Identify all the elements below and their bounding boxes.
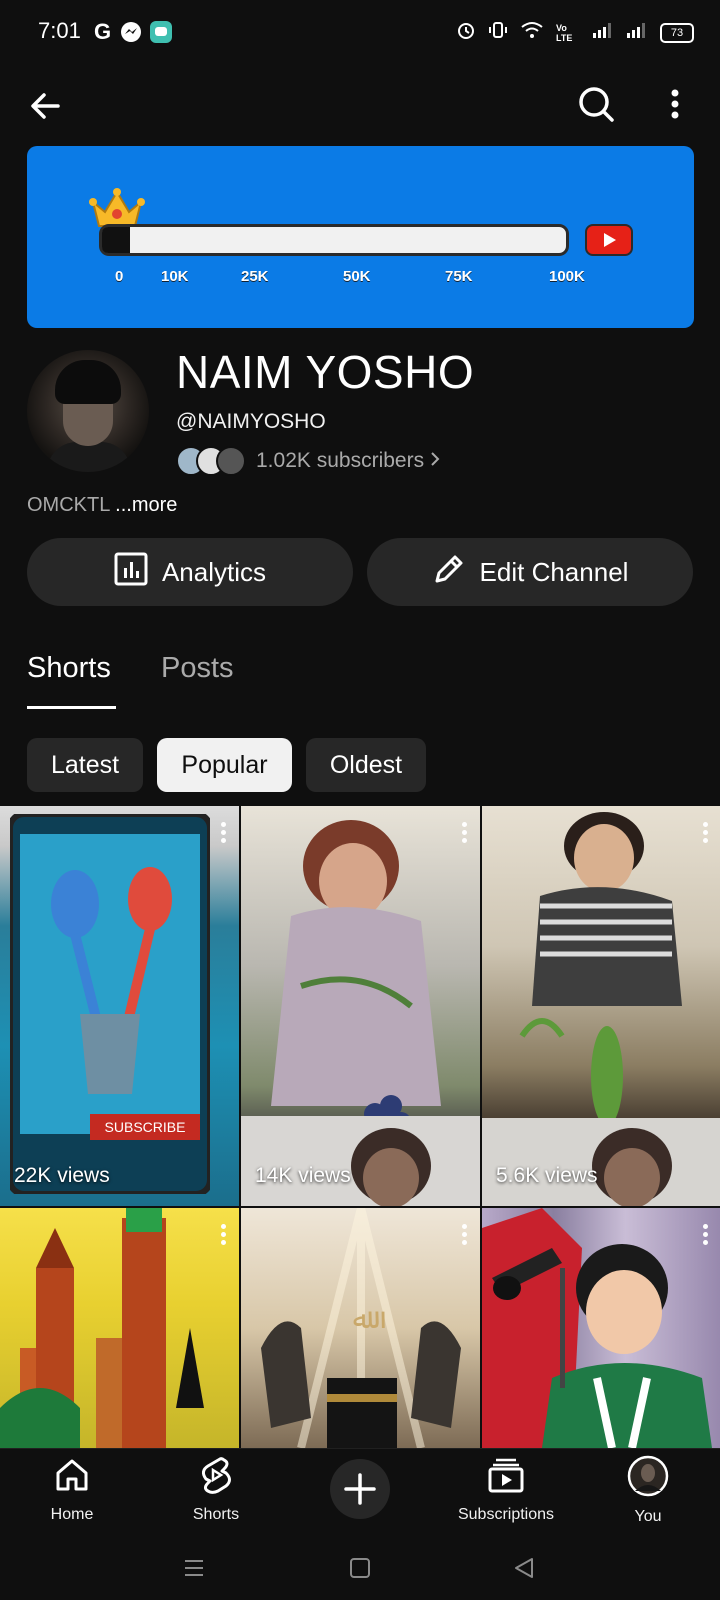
back-triangle-icon[interactable] [512, 1556, 536, 1585]
tab-posts[interactable]: Posts [161, 652, 234, 685]
short-thumbnail: ﷲ [261, 1208, 461, 1448]
channel-name: NAIM YOSHO [176, 346, 475, 398]
more-options-icon[interactable] [703, 822, 709, 844]
short-video-tile[interactable]: 14K views [241, 806, 480, 1206]
nav-shorts-label: Shorts [192, 1506, 240, 1523]
short-thumbnail [241, 820, 480, 1206]
chip-latest[interactable]: Latest [27, 738, 143, 792]
you-avatar-icon [627, 1455, 669, 1501]
back-arrow-icon[interactable] [24, 84, 68, 128]
short-thumbnail: SUBSCRIBE [10, 814, 210, 1194]
short-views: 5.6K views [496, 1164, 598, 1187]
progress-fill [102, 227, 130, 253]
more-options-icon[interactable] [462, 1224, 468, 1246]
wifi-icon [520, 20, 544, 45]
nav-subscriptions-label: Subscriptions [457, 1506, 555, 1523]
bottom-navigation: Home Shorts Subscriptions You [0, 1448, 720, 1539]
short-video-tile[interactable]: 5.6K views [482, 806, 720, 1206]
short-thumbnail [482, 812, 720, 1206]
subscriber-progress-bar [99, 224, 569, 256]
status-bar: 7:01 G Vo LTE 73 [0, 0, 720, 64]
progress-tick: 100K [549, 268, 585, 285]
nav-you-label: You [634, 1508, 662, 1525]
more-options-icon[interactable] [462, 822, 468, 844]
youtube-logo-icon [585, 224, 633, 256]
more-options-icon[interactable] [660, 82, 690, 126]
signal-icon-2 [626, 21, 648, 44]
create-button[interactable] [330, 1459, 390, 1519]
edit-channel-button[interactable]: Edit Channel [367, 538, 693, 606]
more-options-icon[interactable] [221, 822, 227, 844]
home-square-icon[interactable] [348, 1556, 372, 1585]
nav-shorts[interactable]: Shorts [156, 1455, 276, 1524]
svg-text:ﷲ: ﷲ [353, 1302, 385, 1335]
pencil-icon [432, 552, 466, 593]
alarm-icon [456, 20, 476, 45]
progress-tick: 10K [161, 268, 189, 285]
analytics-button[interactable]: Analytics [27, 538, 353, 606]
subscriptions-icon [486, 1458, 526, 1499]
chevron-right-icon [430, 451, 440, 472]
tab-selected-indicator [27, 706, 116, 709]
signal-icon-1 [592, 21, 614, 44]
chip-oldest[interactable]: Oldest [306, 738, 426, 792]
analytics-icon [114, 552, 148, 593]
short-thumbnail [0, 1208, 204, 1448]
top-app-bar [0, 72, 720, 136]
battery-level: 73 [670, 26, 684, 39]
channel-description[interactable]: OMCKTL ...more [27, 494, 177, 517]
google-icon: G [94, 19, 112, 44]
nav-you[interactable]: You [588, 1455, 708, 1526]
short-video-tile[interactable] [482, 1208, 720, 1448]
nav-subscriptions[interactable]: Subscriptions [444, 1455, 568, 1524]
more-options-icon[interactable] [703, 1224, 709, 1246]
short-video-tile[interactable]: ﷲ [241, 1208, 480, 1448]
create-icon [330, 1473, 390, 1523]
tab-shorts[interactable]: Shorts [27, 652, 111, 685]
short-thumbnail [482, 1208, 712, 1448]
vibrate-icon [488, 20, 508, 45]
chip-popular[interactable]: Popular [157, 738, 292, 792]
short-views: 22K views [14, 1164, 110, 1187]
channel-banner: 0 10K 25K 50K 75K 100K [27, 146, 694, 328]
nav-home[interactable]: Home [12, 1455, 132, 1524]
progress-tick: 0 [115, 268, 124, 285]
short-video-tile[interactable] [0, 1208, 239, 1448]
description-more-link[interactable]: ...more [115, 494, 177, 516]
status-time: 7:01 [38, 18, 81, 43]
shorts-icon [196, 1457, 236, 1499]
edit-channel-label: Edit Channel [479, 556, 629, 587]
subscribers-row[interactable]: 1.02K subscribers [176, 446, 440, 476]
progress-tick: 75K [445, 268, 473, 285]
subscriber-count: 1.02K subscribers [256, 449, 425, 472]
channel-avatar[interactable] [27, 350, 149, 472]
progress-tick: 25K [241, 268, 269, 285]
chat-app-icon [150, 20, 172, 44]
system-navigation-bar [0, 1538, 720, 1600]
network-type-label: Vo LTE [556, 22, 573, 43]
analytics-label: Analytics [161, 556, 267, 587]
short-video-tile[interactable]: SUBSCRIBE 22K views [0, 806, 239, 1206]
search-icon[interactable] [574, 82, 618, 126]
recents-menu-icon[interactable] [182, 1556, 206, 1585]
battery-icon: 73 [660, 22, 694, 43]
messenger-icon [120, 20, 142, 44]
more-options-icon[interactable] [221, 1224, 227, 1246]
short-views: 14K views [255, 1164, 351, 1187]
progress-tick: 50K [343, 268, 371, 285]
nav-home-label: Home [50, 1506, 94, 1523]
description-text: OMCKTL [27, 494, 110, 516]
svg-text:SUBSCRIBE: SUBSCRIBE [105, 1119, 186, 1135]
home-icon [52, 1459, 92, 1499]
channel-handle: @NAIMYOSHO [176, 410, 326, 433]
subscriber-avatar [216, 446, 246, 476]
